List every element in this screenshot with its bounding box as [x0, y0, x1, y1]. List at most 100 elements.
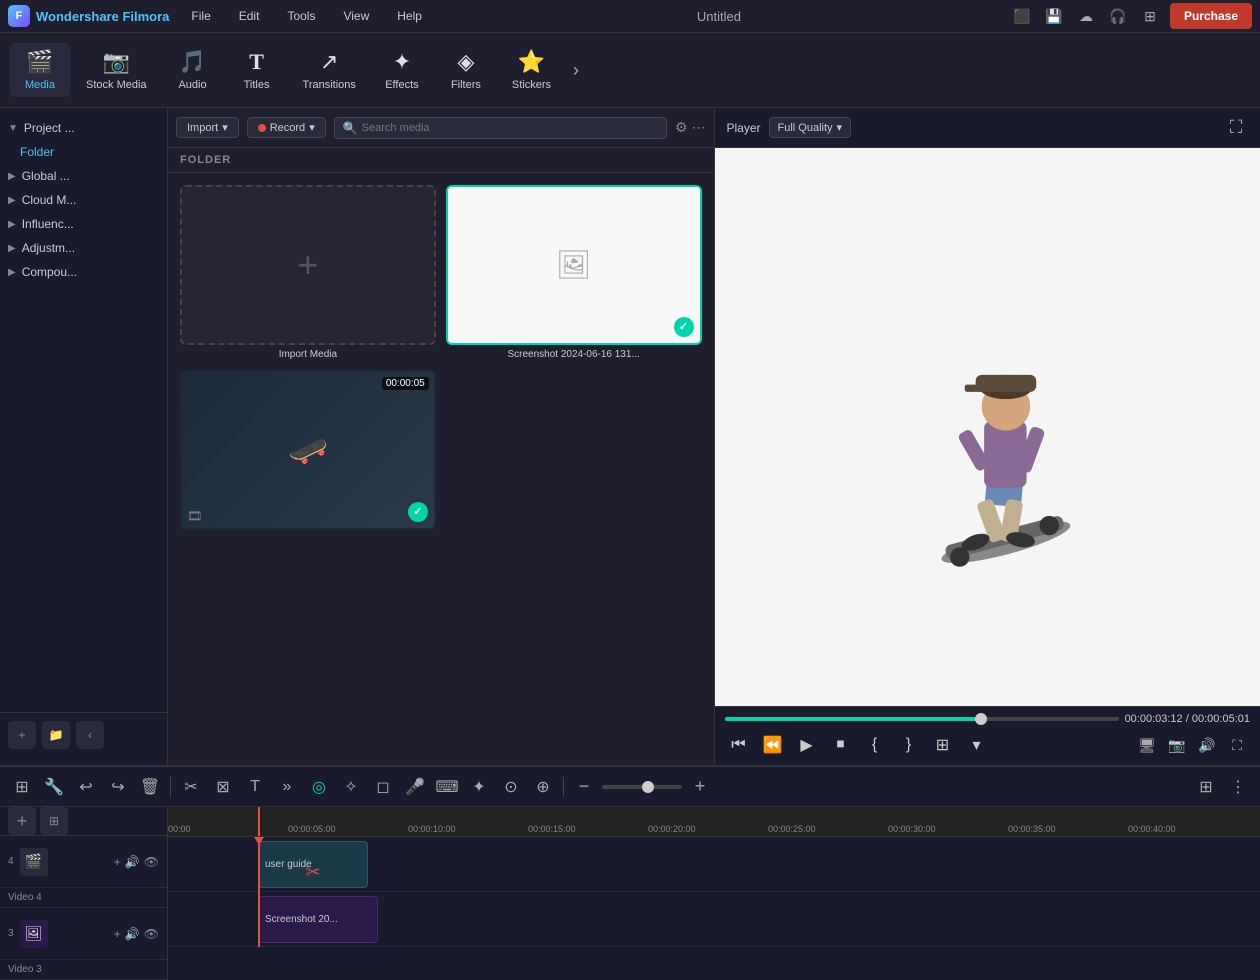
save-icon[interactable]: 💾: [1042, 4, 1066, 28]
folder-icon[interactable]: 📁: [42, 721, 70, 749]
media-grid: + Import Media 🖼 ✓ Screenshot 2024-06-16…: [168, 173, 714, 765]
mark-out-button[interactable]: }: [895, 731, 923, 759]
sidebar-item-cloud[interactable]: ▶ Cloud M...: [0, 188, 167, 212]
progress-bar[interactable]: [725, 717, 1119, 721]
sidebar-item-project[interactable]: ▼ Project ...: [0, 116, 167, 140]
track-action-button[interactable]: ⊞: [40, 807, 68, 835]
undo-button[interactable]: ↩: [72, 773, 100, 801]
monitor-icon[interactable]: ⬛: [1010, 4, 1034, 28]
display-on-screen-button[interactable]: 🖥: [1134, 732, 1160, 758]
screenshot-label: Screenshot 2024-06-16 131...: [446, 349, 702, 360]
cloud-upload-icon[interactable]: ☁: [1074, 4, 1098, 28]
timeline-grid-button[interactable]: ⊞: [1192, 773, 1220, 801]
sidebar-folder-item[interactable]: Folder: [0, 140, 167, 164]
track-volume-icon-3[interactable]: 🔊: [125, 927, 140, 941]
toolbar-more-button[interactable]: ›: [567, 54, 585, 87]
voiceover-button[interactable]: 🎤: [401, 773, 429, 801]
zoom-thumb[interactable]: [642, 781, 654, 793]
menu-edit[interactable]: Edit: [233, 7, 266, 25]
mask-button[interactable]: ◻: [369, 773, 397, 801]
collapse-sidebar-button[interactable]: ‹: [76, 721, 104, 749]
menu-tools[interactable]: Tools: [281, 7, 321, 25]
rewind-button[interactable]: ⏮: [725, 731, 753, 759]
app-logo-icon: F: [8, 5, 30, 27]
timeline-more-button[interactable]: ⋮: [1224, 773, 1252, 801]
composite-button[interactable]: ⊕: [529, 773, 557, 801]
track-eye-icon-3[interactable]: 👁: [144, 927, 159, 941]
fullscreen-player-button[interactable]: ⛶: [1224, 732, 1250, 758]
sidebar-item-adjustments[interactable]: ▶ Adjustm...: [0, 236, 167, 260]
track-clip-video3[interactable]: Screenshot 20...: [258, 896, 378, 943]
player-label: Player: [727, 121, 761, 135]
search-input[interactable]: [362, 122, 658, 134]
transitions-icon: ↗: [320, 49, 338, 75]
toolbar-titles[interactable]: T Titles: [227, 43, 287, 97]
timeline-layout-button[interactable]: ⊞: [8, 773, 36, 801]
sidebar-item-global[interactable]: ▶ Global ...: [0, 164, 167, 188]
import-media-item[interactable]: + Import Media: [180, 185, 436, 360]
menu-file[interactable]: File: [185, 7, 216, 25]
track-clip-video4[interactable]: user guide ✂: [258, 841, 368, 888]
timeline-playhead[interactable]: [258, 807, 260, 836]
to-timeline-button[interactable]: ⊞: [929, 731, 957, 759]
track-add-icon-4[interactable]: +: [114, 855, 121, 869]
import-button[interactable]: Import ▾: [176, 117, 239, 138]
to-timeline-dropdown[interactable]: ▾: [963, 731, 991, 759]
magnet-button[interactable]: 🔧: [40, 773, 68, 801]
toolbar-media[interactable]: 🎬 Media: [10, 43, 70, 97]
subtitle-button[interactable]: ⌨: [433, 773, 461, 801]
quality-select[interactable]: Full Quality ▾: [769, 117, 852, 138]
record-button[interactable]: Record ▾: [247, 117, 326, 138]
timeline-tracks-rows: user guide ✂ Screenshot 20...: [168, 837, 1260, 947]
headphones-icon[interactable]: 🎧: [1106, 4, 1130, 28]
zoom-slider[interactable]: [602, 785, 682, 789]
selected-check-icon: ✓: [674, 317, 694, 337]
add-folder-button[interactable]: +: [8, 721, 36, 749]
sidebar-item-influencer[interactable]: ▶ Influenc...: [0, 212, 167, 236]
add-track-button[interactable]: +: [8, 807, 36, 835]
ai-button[interactable]: ⊙: [497, 773, 525, 801]
active-tool-button[interactable]: ◎: [305, 773, 333, 801]
toolbar-stock-media[interactable]: 📷 Stock Media: [74, 43, 159, 97]
mark-in-button[interactable]: {: [861, 731, 889, 759]
search-box[interactable]: 🔍: [334, 117, 667, 139]
filter-icon[interactable]: ⚙: [675, 119, 688, 136]
track-eye-icon-4[interactable]: 👁: [144, 855, 159, 869]
step-back-button[interactable]: ⏪: [759, 731, 787, 759]
main-area: ▼ Project ... Folder ▶ Global ... ▶ Clou…: [0, 108, 1260, 765]
particles-button[interactable]: ✧: [337, 773, 365, 801]
redo-button[interactable]: ↪: [104, 773, 132, 801]
media-item-video[interactable]: 🛹 00:00:05 🎞 ✓: [180, 370, 436, 534]
media-item-screenshot[interactable]: 🖼 ✓ Screenshot 2024-06-16 131...: [446, 185, 702, 360]
crop-button[interactable]: ⊠: [209, 773, 237, 801]
stop-button[interactable]: ⏹: [827, 731, 855, 759]
purchase-button[interactable]: Purchase: [1170, 3, 1252, 29]
layout-icon[interactable]: ⊞: [1138, 4, 1162, 28]
sidebar-cloud-label: Cloud M...: [22, 193, 77, 207]
split-button[interactable]: ✂: [177, 773, 205, 801]
sparkle-button[interactable]: ✦: [465, 773, 493, 801]
text-button[interactable]: T: [241, 773, 269, 801]
snapshot-button[interactable]: 📷: [1164, 732, 1190, 758]
more-effects-button[interactable]: »: [273, 773, 301, 801]
toolbar-transitions[interactable]: ↗ Transitions: [291, 43, 368, 97]
menu-view[interactable]: View: [337, 7, 375, 25]
zoom-out-button[interactable]: −: [570, 773, 598, 801]
toolbar-filters[interactable]: ◈ Filters: [436, 43, 496, 97]
menu-help[interactable]: Help: [391, 7, 428, 25]
toolbar-audio[interactable]: 🎵 Audio: [163, 43, 223, 97]
delete-button[interactable]: 🗑: [136, 773, 164, 801]
track-add-icon-3[interactable]: +: [114, 927, 121, 941]
more-options-icon[interactable]: ⋯: [692, 119, 706, 136]
play-button[interactable]: ▶: [793, 731, 821, 759]
track-row-video3: Screenshot 20...: [168, 892, 1260, 947]
toolbar-stickers[interactable]: ⭐ Stickers: [500, 43, 563, 97]
toolbar-effects[interactable]: ✦ Effects: [372, 43, 432, 97]
track-volume-icon-4[interactable]: 🔊: [125, 855, 140, 869]
fullscreen-icon[interactable]: ⛶: [1224, 116, 1248, 140]
zoom-in-button[interactable]: +: [686, 773, 714, 801]
sidebar-item-compound[interactable]: ▶ Compou...: [0, 260, 167, 284]
volume-button[interactable]: 🔊: [1194, 732, 1220, 758]
track-icons-4: + 🔊 👁: [114, 855, 159, 869]
progress-knob[interactable]: [975, 713, 987, 725]
